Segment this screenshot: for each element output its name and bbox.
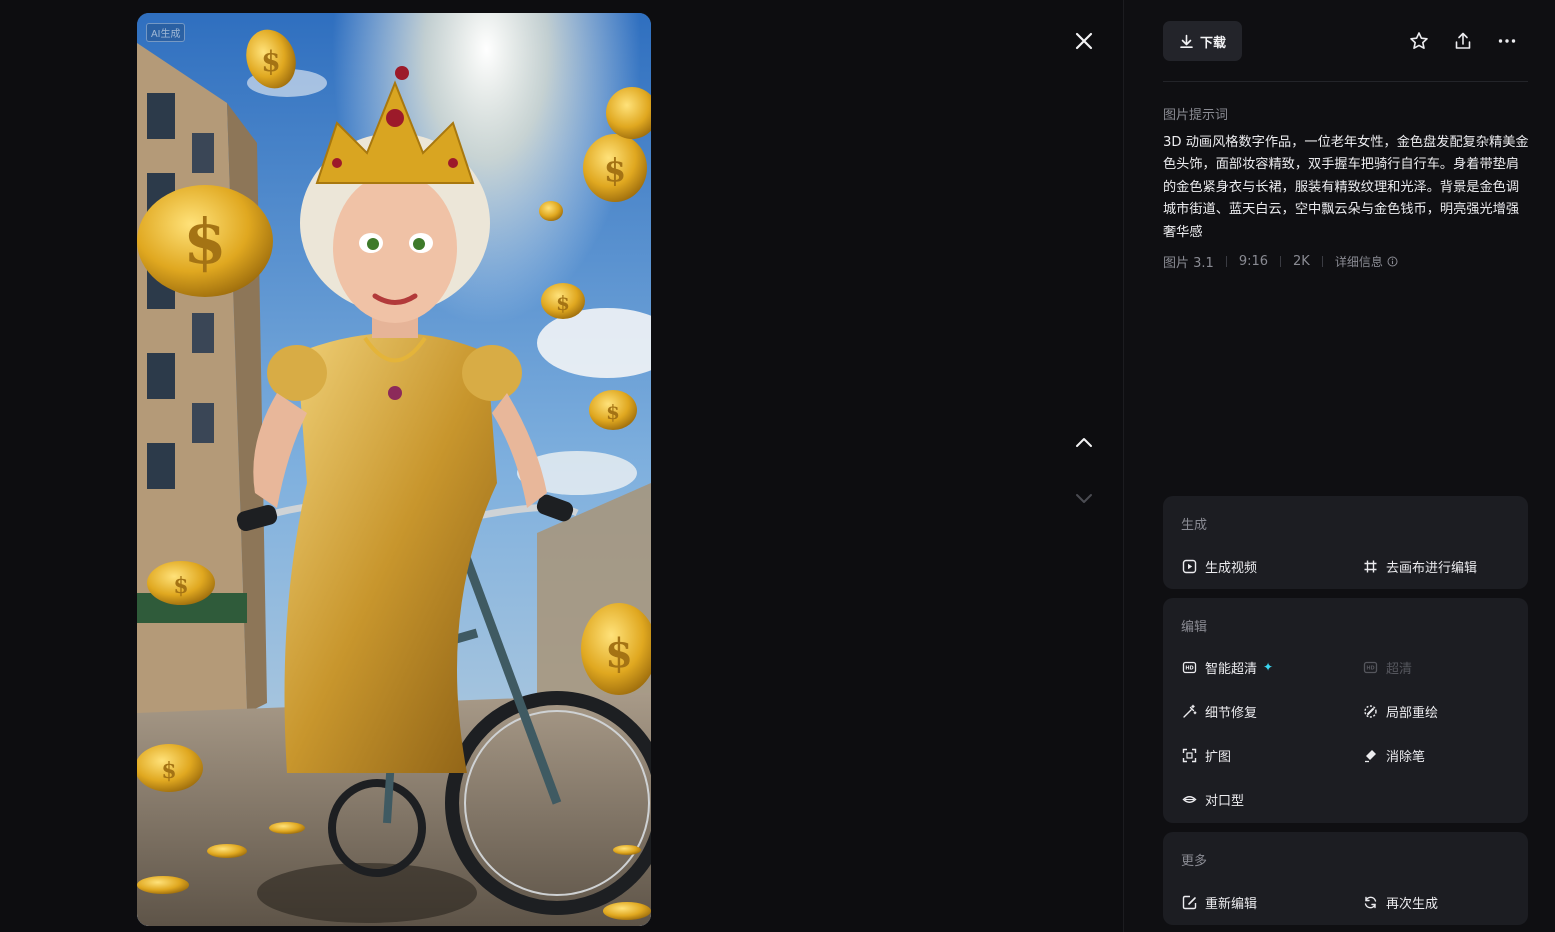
inpaint-button[interactable]: 局部重绘 <box>1362 689 1528 733</box>
re-edit-button[interactable]: 重新编辑 <box>1181 880 1362 924</box>
svg-text:HD: HD <box>1366 665 1374 671</box>
more-card: 更多 重新编辑 再次生成 <box>1163 832 1528 925</box>
hd-disabled-icon: HD <box>1363 661 1377 673</box>
detail-repair-label: 细节修复 <box>1205 705 1258 721</box>
inpaint-label: 局部重绘 <box>1386 705 1439 721</box>
close-icon <box>1075 32 1093 50</box>
svg-text:$: $ <box>606 400 620 424</box>
download-label: 下载 <box>1200 35 1227 51</box>
lips-icon <box>1181 795 1197 803</box>
upscale-button[interactable]: HD 超清 <box>1362 645 1528 689</box>
meta-separator <box>1225 256 1227 267</box>
generate-video-button[interactable]: 生成视频 <box>1181 544 1362 588</box>
upscale-label: 超清 <box>1386 661 1413 677</box>
more-title: 更多 <box>1181 854 1208 869</box>
more-options-button[interactable] <box>1496 30 1518 52</box>
smart-upscale-button[interactable]: HD 智能超清 ✦ <box>1181 645 1362 689</box>
canvas-crop-icon <box>1364 560 1376 572</box>
repair-wand-icon <box>1182 704 1196 718</box>
svg-text:$: $ <box>604 151 626 189</box>
re-edit-icon <box>1182 895 1196 909</box>
close-button[interactable] <box>1070 27 1098 55</box>
expand-image-button[interactable]: 扩图 <box>1181 733 1362 777</box>
svg-text:$: $ <box>556 291 570 315</box>
share-button[interactable] <box>1452 30 1474 52</box>
hd-icon: HD <box>1182 661 1196 673</box>
edit-title: 编辑 <box>1181 620 1208 635</box>
generated-image[interactable]: $ $ $ $ $ $ $ $ AI生成 <box>137 13 651 926</box>
smart-upscale-label: 智能超清 <box>1205 661 1258 677</box>
image-illustration: $ $ $ $ $ $ $ $ <box>137 13 651 926</box>
edit-card: 编辑 HD 智能超清 ✦ HD 超清 细节修复 局部重绘 扩图 消除笔 对口型 <box>1163 598 1528 823</box>
lip-sync-label: 对口型 <box>1205 793 1245 809</box>
generate-video-label: 生成视频 <box>1205 560 1258 576</box>
share-icon <box>1455 32 1471 49</box>
chevron-down-icon <box>1076 494 1092 503</box>
chevron-up-icon <box>1076 438 1092 447</box>
eraser-label: 消除笔 <box>1386 749 1426 765</box>
meta-separator <box>1280 256 1282 267</box>
aspect-ratio: 9:16 <box>1238 254 1269 269</box>
expand-icon <box>1182 748 1196 762</box>
info-icon <box>1387 256 1398 267</box>
generate-title: 生成 <box>1181 518 1208 533</box>
panel-toolbar: 下载 <box>1163 21 1528 61</box>
resolution: 2K <box>1293 254 1310 269</box>
download-icon <box>1180 34 1193 48</box>
toolbar-divider <box>1163 81 1528 82</box>
regenerate-label: 再次生成 <box>1386 896 1439 912</box>
re-edit-label: 重新编辑 <box>1205 896 1258 912</box>
canvas-edit-button[interactable]: 去画布进行编辑 <box>1362 544 1528 588</box>
meta-separator <box>1321 256 1323 267</box>
sparkle-icon: ✦ <box>1263 660 1274 674</box>
more-dots-icon <box>1498 39 1516 43</box>
refresh-icon <box>1364 896 1376 908</box>
eraser-button[interactable]: 消除笔 <box>1362 733 1528 777</box>
regenerate-button[interactable]: 再次生成 <box>1362 880 1528 924</box>
top-actions <box>1408 30 1528 52</box>
details-panel: 下载 图片提示词 3D 动画风格数字作品，一位老年女性，金色盘发配复杂精美金色头… <box>1123 0 1555 932</box>
expand-image-label: 扩图 <box>1205 749 1232 765</box>
video-play-icon <box>1182 559 1196 573</box>
lip-sync-button[interactable]: 对口型 <box>1181 777 1362 821</box>
eraser-icon <box>1364 749 1376 762</box>
star-icon <box>1410 32 1428 49</box>
model-version: 图片 3.1 <box>1163 256 1214 271</box>
image-viewer: $ $ $ $ $ $ $ $ AI生成 <box>0 0 1123 932</box>
canvas-edit-label: 去画布进行编辑 <box>1386 560 1478 576</box>
download-button[interactable]: 下载 <box>1163 21 1243 61</box>
svg-text:$: $ <box>183 205 226 278</box>
prompt-label: 图片提示词 <box>1163 108 1229 123</box>
detail-info-link[interactable]: 详细信息 <box>1335 253 1398 270</box>
detail-repair-button[interactable]: 细节修复 <box>1181 689 1362 733</box>
svg-text:$: $ <box>261 45 280 78</box>
svg-text:$: $ <box>605 630 633 677</box>
detail-info-label: 详细信息 <box>1334 255 1383 269</box>
prompt-text: 3D 动画风格数字作品，一位老年女性，金色盘发配复杂精美金色头饰，面部妆容精致，… <box>1163 135 1529 240</box>
svg-text:HD: HD <box>1185 665 1193 671</box>
favorite-button[interactable] <box>1408 30 1430 52</box>
previous-image-button[interactable] <box>1070 428 1098 456</box>
generate-card: 生成 生成视频 去画布进行编辑 <box>1163 496 1528 589</box>
ai-generated-badge: AI生成 <box>146 23 186 42</box>
svg-text:$: $ <box>161 758 176 784</box>
svg-text:$: $ <box>173 573 188 599</box>
image-meta: 图片 3.1 9:16 2K 详细信息 <box>1163 252 1398 271</box>
inpaint-brush-icon <box>1363 704 1377 718</box>
next-image-button[interactable] <box>1070 484 1098 512</box>
